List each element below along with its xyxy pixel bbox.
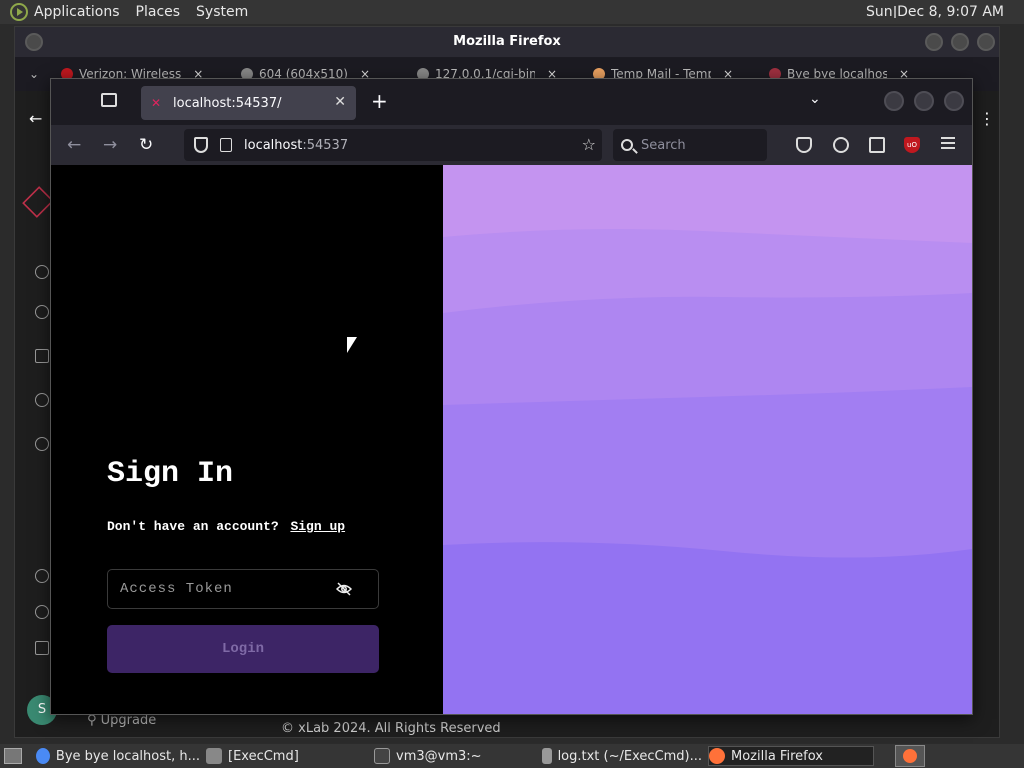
taskbar-item[interactable]: vm3@vm3:~	[374, 746, 534, 766]
firefox-icon	[709, 748, 725, 764]
text-editor-icon	[542, 748, 552, 764]
taskbar-item[interactable]: Bye bye localhost, h...	[36, 746, 200, 766]
url-bar[interactable]: localhost:54537 ☆	[184, 129, 602, 161]
search-bar[interactable]: Search	[613, 129, 767, 161]
show-desktop-icon[interactable]	[4, 748, 22, 764]
navigation-toolbar: ← → ↻ localhost:54537 ☆ Search uO	[51, 125, 972, 165]
system-menu[interactable]: System	[196, 4, 248, 20]
back-arrow-icon[interactable]: ←	[67, 135, 81, 155]
new-tab-icon[interactable]: +	[371, 89, 388, 113]
tab-list-chevron-icon[interactable]: ⌄	[29, 67, 39, 81]
user-circle-icon[interactable]	[35, 569, 49, 583]
ublock-origin-icon[interactable]: uO	[904, 137, 920, 153]
window-controls[interactable]	[884, 91, 964, 111]
login-button[interactable]: Login	[107, 625, 379, 673]
app-sidebar	[15, 177, 53, 737]
hamburger-menu-icon[interactable]	[941, 137, 955, 152]
url-port: :54537	[302, 137, 349, 153]
crop-icon[interactable]	[35, 349, 49, 363]
taskbar-item[interactable]: log.txt (~/ExecCmd)...	[542, 746, 702, 766]
signup-prompt: Don't have an account? Sign up	[107, 519, 345, 534]
tab-bar: ✕ localhost:54537/ ✕ + ⌄	[51, 79, 972, 125]
firefox-icon	[903, 749, 917, 763]
fingerprint-icon[interactable]	[35, 393, 49, 407]
distro-logo-icon[interactable]	[10, 3, 28, 21]
page-title: Sign In	[107, 457, 234, 491]
background-window-title: Mozilla Firefox	[453, 34, 561, 49]
background-window-controls[interactable]	[925, 33, 995, 51]
taskbar-item[interactable]: [ExecCmd]	[206, 746, 366, 766]
eye-off-icon[interactable]	[336, 582, 352, 596]
url-host: localhost	[244, 137, 303, 153]
signup-link[interactable]: Sign up	[290, 519, 345, 534]
back-arrow-icon[interactable]: ←	[29, 109, 42, 128]
list-all-tabs-chevron-icon[interactable]: ⌄	[809, 91, 821, 107]
extensions-puzzle-icon[interactable]	[869, 137, 885, 153]
access-token-input[interactable]	[120, 581, 320, 597]
decorative-wave-panel	[443, 165, 972, 714]
places-menu[interactable]: Places	[136, 4, 181, 20]
logout-icon[interactable]	[35, 641, 49, 655]
search-placeholder: Search	[641, 137, 686, 153]
bookmark-star-icon[interactable]: ☆	[582, 135, 596, 154]
app-favicon-icon: ✕	[151, 96, 162, 110]
more-options-icon[interactable]: ⋮	[979, 109, 995, 128]
bottom-taskbar: Bye bye localhost, h... [ExecCmd] vm3@vm…	[0, 744, 1024, 768]
rocket-icon: ⚲	[87, 713, 101, 728]
mouse-cursor	[347, 337, 357, 353]
page-content: Sign In Don't have an account? Sign up L…	[51, 165, 972, 714]
top-panel: Applications Places System Sun Dec 8, 9:…	[0, 0, 1024, 24]
page-info-icon[interactable]	[220, 138, 232, 152]
wave-background	[443, 165, 972, 714]
applications-menu[interactable]: Applications	[34, 4, 120, 20]
footer-copyright: © xLab 2024. All Rights Reserved	[281, 721, 501, 736]
minimize-button[interactable]	[884, 91, 904, 111]
access-token-field[interactable]	[107, 569, 379, 609]
account-icon[interactable]	[833, 137, 849, 153]
taskbar-item-active[interactable]: Mozilla Firefox	[708, 746, 874, 766]
wireless-icon[interactable]	[35, 265, 49, 279]
chrome-icon	[36, 748, 50, 764]
signup-prompt-text: Don't have an account?	[107, 519, 279, 534]
pocket-icon[interactable]	[796, 137, 812, 153]
settings-gear-icon[interactable]	[35, 437, 49, 451]
tab-title: localhost:54537/	[173, 95, 282, 111]
close-window-button[interactable]	[944, 91, 964, 111]
active-tab[interactable]: ✕ localhost:54537/ ✕	[141, 86, 356, 120]
tracking-shield-icon[interactable]	[194, 137, 208, 153]
folder-icon	[206, 748, 222, 764]
terminal-icon	[374, 748, 390, 764]
maximize-button[interactable]	[914, 91, 934, 111]
signin-panel: Sign In Don't have an account? Sign up L…	[51, 165, 443, 714]
globe-icon[interactable]	[35, 305, 49, 319]
search-icon	[621, 139, 633, 151]
background-window-titlebar: Mozilla Firefox	[15, 27, 999, 57]
upgrade-link[interactable]: ⚲ Upgrade	[87, 713, 156, 728]
reload-icon[interactable]: ↻	[139, 135, 153, 155]
forward-arrow-icon[interactable]: →	[103, 135, 117, 155]
moon-icon[interactable]	[35, 605, 49, 619]
workspace-switcher[interactable]	[895, 745, 925, 767]
clock[interactable]: Sun Dec 8, 9:07 AM	[866, 4, 1004, 20]
firefox-window: ✕ localhost:54537/ ✕ + ⌄ ← → ↻ localhost…	[50, 78, 973, 715]
firefox-view-icon[interactable]	[101, 93, 117, 107]
window-menu-button[interactable]	[25, 33, 43, 51]
close-tab-icon[interactable]: ✕	[334, 94, 346, 110]
